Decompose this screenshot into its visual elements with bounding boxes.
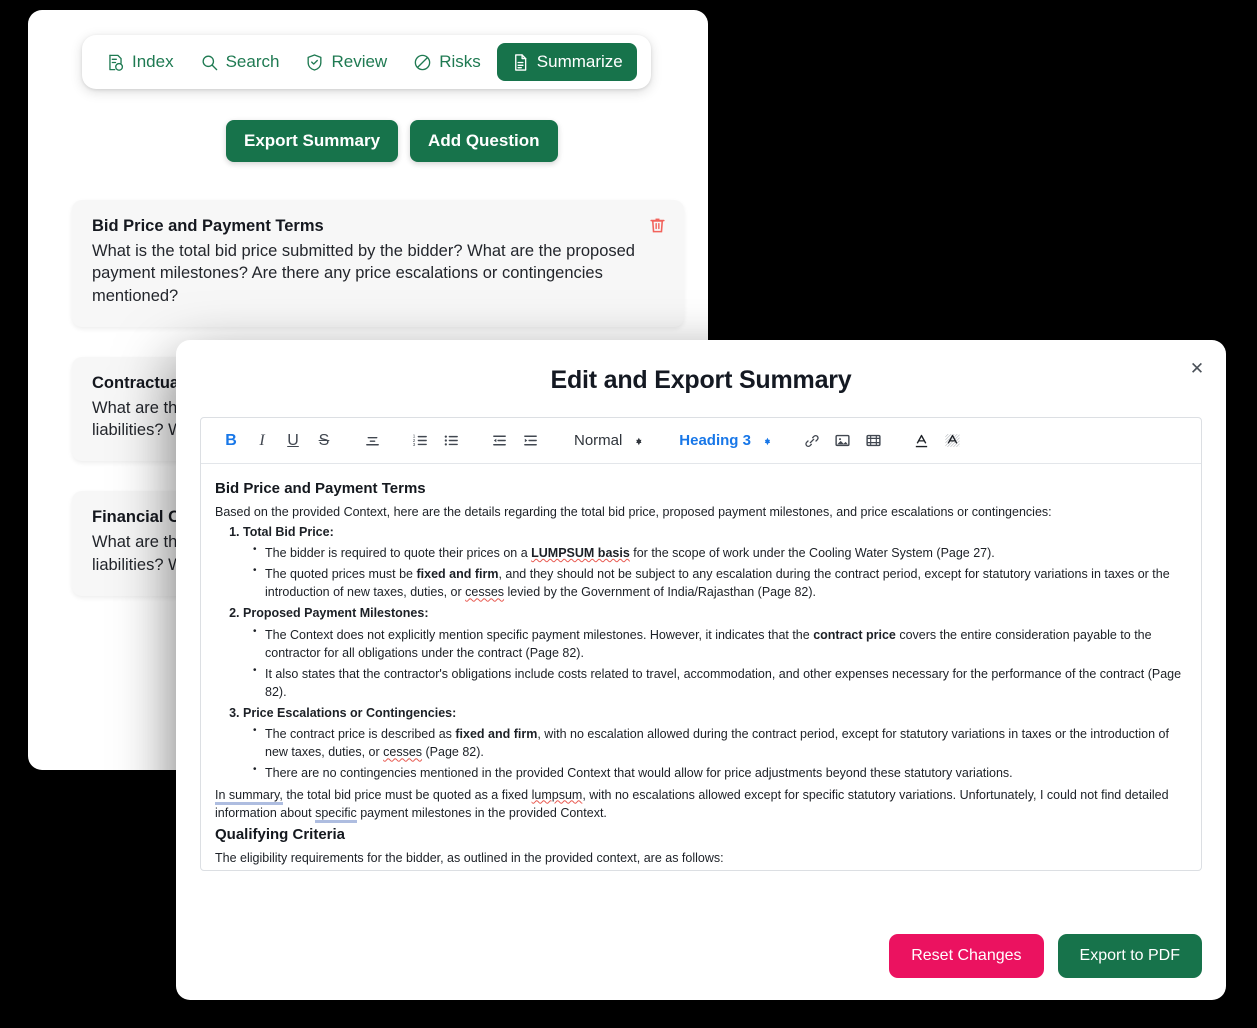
nav-item-label: Summarize [536, 52, 623, 71]
doc-section: Proposed Payment Milestones: The Context… [243, 604, 1187, 701]
no-entry-icon [413, 53, 432, 72]
list-item: It also states that the contractor's obl… [253, 664, 1187, 701]
doc-criteria-intro: The eligibility requirements for the bid… [215, 850, 724, 865]
doc-section: Price Escalations or Contingencies: The … [243, 704, 1187, 783]
question-title: Bid Price and Payment Terms [92, 217, 324, 235]
clear-formatting-icon[interactable] [939, 427, 967, 455]
ordered-list-icon[interactable]: 123 [406, 427, 434, 455]
doc-bullets: The contract price is described as fixed… [253, 724, 1187, 782]
modal-footer: Reset Changes Export to PDF [889, 934, 1202, 978]
video-icon[interactable] [860, 427, 888, 455]
summary-actions: Export Summary Add Question [226, 120, 558, 162]
doc-intro: Based on the provided Context, here are … [215, 504, 1052, 519]
nav-item-label: Search [225, 52, 280, 71]
doc-section-list: Total Bid Price: The bidder is required … [243, 523, 1187, 783]
nav-item-summarize[interactable]: Summarize [496, 43, 637, 81]
chevron-updown-icon: ▲ ▼ [762, 434, 772, 447]
nav-item-search[interactable]: Search [190, 45, 290, 79]
svg-text:3: 3 [412, 442, 415, 447]
nav-item-index[interactable]: Index [96, 45, 184, 79]
modal-title: Edit and Export Summary [550, 366, 852, 394]
editor-content[interactable]: Bid Price and Payment Terms Based on the… [201, 464, 1201, 870]
question-card[interactable]: Bid Price and Payment Terms What is the … [72, 200, 684, 327]
add-question-button[interactable]: Add Question [410, 120, 558, 162]
document-text-icon [511, 53, 530, 72]
question-body: What is the total bid price submitted by… [92, 242, 635, 305]
block-style-value: Normal [574, 432, 623, 449]
indent-icon[interactable] [516, 427, 544, 455]
heading-style-value: Heading 3 [679, 432, 751, 449]
doc-section-label: Proposed Payment Milestones [243, 606, 425, 621]
list-item: The contract price is described as fixed… [253, 724, 1187, 761]
close-icon[interactable]: ✕ [1186, 358, 1208, 380]
trash-icon[interactable] [648, 214, 667, 240]
rich-text-editor: B I U S 123 Normal ▲ ▼ Heading 3 ▲ ▼ Bid… [200, 417, 1202, 871]
doc-heading: Bid Price and Payment Terms [215, 480, 426, 497]
doc-section: Total Bid Price: The bidder is required … [243, 523, 1187, 602]
doc-section-label: Total Bid Price [243, 524, 330, 539]
doc-summary: In summary, the total bid price must be … [215, 786, 1187, 823]
text-color-icon[interactable] [908, 427, 936, 455]
nav-item-label: Review [331, 52, 388, 71]
underline-button[interactable]: U [279, 427, 307, 455]
list-item: The quoted prices must be fixed and firm… [253, 564, 1187, 601]
screen: Index Search Review Risks Summarize Expo… [0, 0, 1257, 1028]
chevron-updown-icon: ▲ ▼ [634, 434, 644, 447]
search-icon [200, 53, 219, 72]
edit-export-summary-modal: ✕ Edit and Export Summary B I U S 123 No… [176, 340, 1226, 1000]
list-item: There are no contingencies mentioned in … [253, 763, 1187, 782]
reset-changes-button[interactable]: Reset Changes [889, 934, 1044, 978]
bullet-list-icon[interactable] [437, 427, 465, 455]
doc-bullets: The Context does not explicitly mention … [253, 624, 1187, 702]
nav-item-risks[interactable]: Risks [403, 45, 491, 79]
strikethrough-button[interactable]: S [310, 427, 338, 455]
export-to-pdf-button[interactable]: Export to PDF [1057, 934, 1202, 978]
doc-section-label: Price Escalations or Contingencies [243, 706, 453, 720]
nav-item-label: Risks [439, 52, 481, 71]
list-item: The Context does not explicitly mention … [253, 624, 1187, 662]
doc-heading: Qualifying Criteria [215, 825, 346, 843]
heading-style-select[interactable]: Heading 3 ▲ ▼ [669, 432, 778, 449]
bold-button[interactable]: B [217, 427, 245, 455]
outdent-icon[interactable] [485, 427, 513, 455]
block-style-select[interactable]: Normal ▲ ▼ [564, 432, 649, 449]
align-center-icon[interactable] [358, 427, 386, 455]
image-icon[interactable] [829, 427, 857, 455]
shield-check-icon [305, 53, 324, 72]
link-icon[interactable] [798, 427, 826, 455]
nav-item-review[interactable]: Review [295, 45, 397, 79]
list-item: The bidder is required to quote their pr… [253, 543, 1187, 562]
doc-subheading: Technical Criteria: [215, 869, 1187, 870]
italic-button[interactable]: I [248, 427, 276, 455]
mode-toolbar: Index Search Review Risks Summarize [82, 35, 651, 89]
index-document-plus-icon [106, 53, 125, 72]
doc-bullets: The bidder is required to quote their pr… [253, 543, 1187, 601]
editor-toolbar: B I U S 123 Normal ▲ ▼ Heading 3 ▲ ▼ [201, 418, 1201, 464]
nav-item-label: Index [132, 52, 174, 71]
export-summary-button[interactable]: Export Summary [226, 120, 399, 162]
